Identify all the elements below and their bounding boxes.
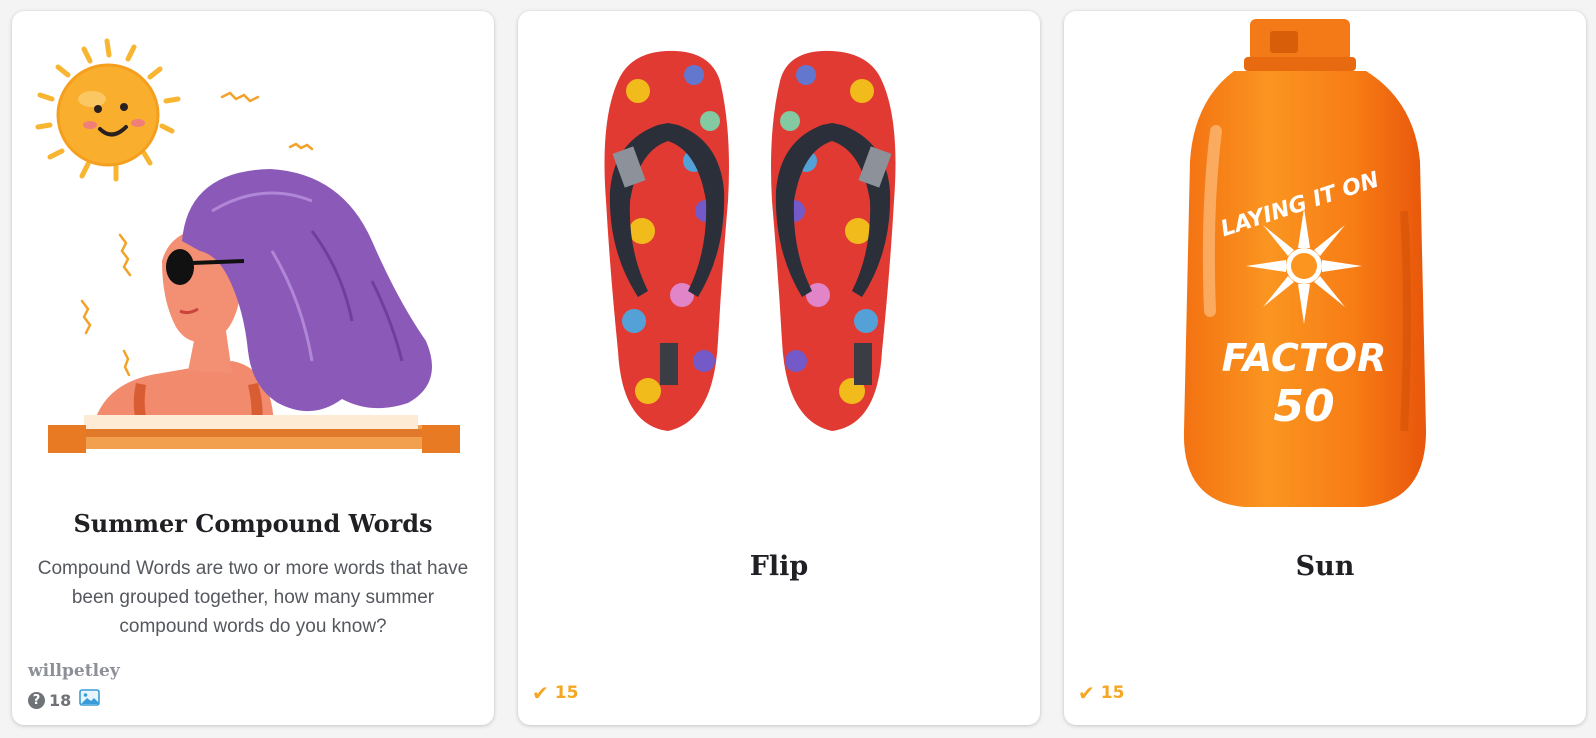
quiz-card-summer-compound-words[interactable]: Summer Compound Words Compound Words are… [12, 11, 494, 725]
bottle-text-line2: FACTOR [1222, 336, 1387, 380]
sunbathing-illustration [35, 38, 460, 453]
word-title[interactable]: Sun [1064, 551, 1586, 582]
author-name[interactable]: willpetley [28, 661, 120, 681]
check-icon: ✔ [1078, 681, 1095, 705]
bottle-text-line3: 50 [1273, 381, 1334, 432]
sunscreen-bottle-image: LAYING IT ON FACTOR 50 [1183, 19, 1426, 507]
quiz-description: Compound Words are two or more words tha… [37, 558, 469, 637]
question-circle-icon: ? [28, 691, 45, 709]
quiz-title[interactable]: Summer Compound Words [12, 509, 494, 538]
image-icon [79, 689, 101, 711]
completed-count: ✔ 15 [532, 683, 578, 703]
check-icon: ✔ [532, 681, 549, 705]
question-count: 18 [49, 690, 72, 710]
quiz-stats: ? 18 [28, 689, 101, 711]
completed-number: 15 [554, 683, 579, 703]
completed-number: 15 [1100, 683, 1125, 703]
completed-count: ✔ 15 [1078, 683, 1124, 703]
flip-flops-image [604, 50, 896, 431]
word-title[interactable]: Flip [518, 551, 1040, 582]
word-card-flip[interactable]: Flip ✔ 15 [518, 11, 1040, 725]
word-card-sun[interactable]: LAYING IT ON FACTOR 50 Sun ✔ 15 [1064, 11, 1586, 725]
